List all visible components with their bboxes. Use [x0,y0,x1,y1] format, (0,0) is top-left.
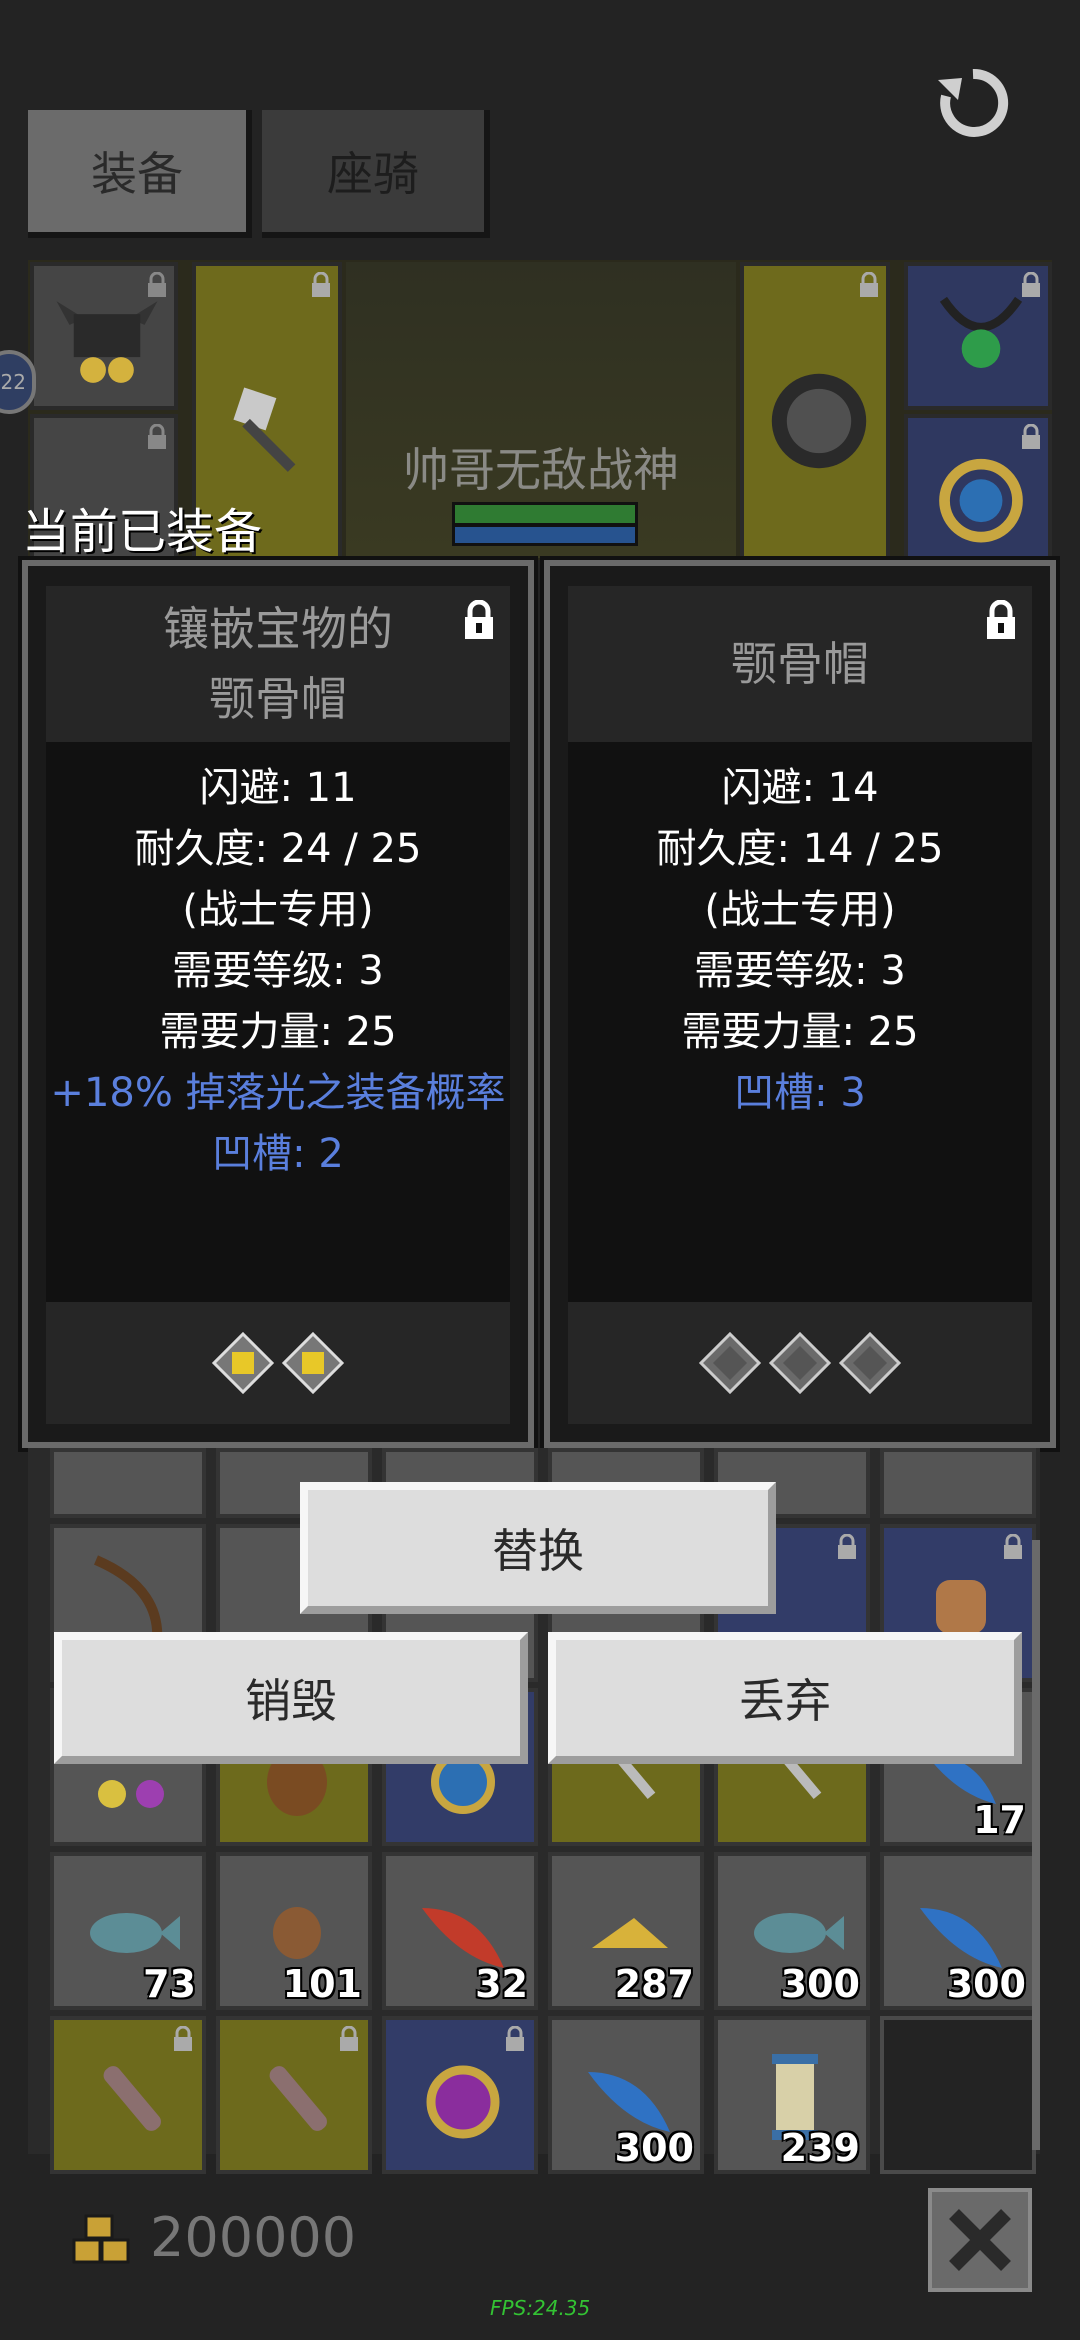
item-count: 101 [282,1962,362,2006]
hp-bar [452,502,638,526]
inventory-slot[interactable] [382,2016,538,2174]
item-title: 镶嵌宝物的 颚骨帽 [46,586,510,742]
tab-equipment[interactable]: 装备 [28,110,252,238]
hero-name: 帅哥无敌战神 [403,443,679,497]
tab-mount[interactable]: 座骑 [262,110,490,238]
lock-icon [312,272,330,297]
socket-row [568,1302,1032,1424]
inventory-slot[interactable]: 239 [714,2016,870,2174]
item-count: 300 [614,2126,694,2170]
item-count: 300 [780,1962,860,2006]
lock-icon [148,424,166,449]
inventory-slot[interactable]: 300 [880,1852,1036,2010]
compare-card-new: 颚骨帽 闪避: 14 耐久度: 14 / 25 (战士专用) 需要等级: 3 需… [540,556,1060,1452]
compare-card-equipped: 镶嵌宝物的 颚骨帽 闪避: 11 耐久度: 24 / 25 (战士专用) 需要等… [18,556,538,1452]
inventory-slot[interactable] [880,1448,1036,1518]
slot-amulet[interactable] [904,262,1052,410]
item-count: 239 [780,2126,860,2170]
stat-req-strength: 需要力量: 25 [159,1009,397,1055]
stat-req-level: 需要等级: 3 [694,948,906,994]
empty-socket-icon [769,1332,831,1394]
item-title-line2: 颚骨帽 [731,637,869,691]
club-icon [103,2066,161,2131]
stat-sockets: 凹槽: 3 [734,1070,866,1116]
inventory-slot[interactable]: 287 [548,1852,704,2010]
stat-req-level: 需要等级: 3 [172,948,384,994]
mp-bar [452,524,638,546]
inventory-slot[interactable]: 300 [714,1852,870,2010]
destroy-button[interactable]: 销毁 [54,1632,528,1764]
fps-counter: FPS:24.35 [490,2296,591,2320]
inventory-slot[interactable] [216,2016,372,2174]
item-count: 287 [614,1962,694,2006]
gold-icon [72,2214,130,2264]
gem-yellow-icon [212,1332,274,1394]
round-shield-icon [771,373,867,469]
lock-icon[interactable] [462,600,496,640]
inventory-scrollbar[interactable] [1032,1540,1040,2150]
item-stats: 闪避: 14 耐久度: 14 / 25 (战士专用) 需要等级: 3 需要力量:… [568,758,1032,1124]
item-count: 300 [946,1962,1026,2006]
item-title: 颚骨帽 [568,586,1032,742]
slot-ring[interactable] [904,414,1052,560]
item-count: 17 [973,1798,1026,1842]
inventory-slot[interactable] [50,1448,206,1518]
club-icon [269,2066,327,2131]
stat-durability: 耐久度: 24 / 25 [134,826,422,872]
close-button[interactable] [928,2188,1032,2292]
discard-button[interactable]: 丢弃 [548,1632,1022,1764]
item-stats: 闪避: 11 耐久度: 24 / 25 (战士专用) 需要等级: 3 需要力量:… [46,758,510,1185]
gold-amount: 200000 [150,2206,357,2269]
slot-shield[interactable] [740,262,890,560]
close-icon [949,2209,1011,2271]
stat-sockets: 凹槽: 2 [212,1131,344,1177]
stat-class: (战士专用) [704,887,896,933]
item-count: 73 [143,1962,196,2006]
item-title-line2: 颚骨帽 [209,672,347,726]
axe-icon [233,387,296,472]
lock-icon [838,1534,856,1559]
inventory-slot[interactable]: 300 [548,2016,704,2174]
gem-yellow-icon [282,1332,344,1394]
item-count: 32 [475,1962,528,2006]
empty-socket-icon [839,1332,901,1394]
amulet-icon [939,296,1023,368]
lock-icon [860,272,878,297]
ring-icon [939,458,1023,543]
stat-dodge: 闪避: 11 [199,765,357,811]
item-title-line1: 镶嵌宝物的 [163,602,393,656]
purple-ring-icon [426,2065,500,2139]
inventory-slot[interactable]: 101 [216,1852,372,2010]
stat-dodge: 闪避: 14 [721,765,879,811]
inventory-slot[interactable]: 73 [50,1852,206,2010]
inventory-slot[interactable]: 32 [382,1852,538,2010]
empty-socket-icon [699,1332,761,1394]
stat-class: (战士专用) [182,887,374,933]
lock-icon[interactable] [984,600,1018,640]
stat-durability: 耐久度: 14 / 25 [656,826,944,872]
socket-row [46,1302,510,1424]
inventory-slot[interactable] [50,2016,206,2174]
refresh-icon[interactable] [936,66,1010,140]
stat-req-strength: 需要力量: 25 [681,1009,919,1055]
slot-helmet[interactable] [30,262,178,410]
stat-bonus-drop: +18% 掉落光之装备概率 [50,1070,506,1116]
horned-helmet-icon [56,301,158,383]
equipped-label: 当前已装备 [22,504,263,560]
inventory-slot-empty[interactable] [880,2016,1036,2174]
replace-button[interactable]: 替换 [300,1482,776,1614]
